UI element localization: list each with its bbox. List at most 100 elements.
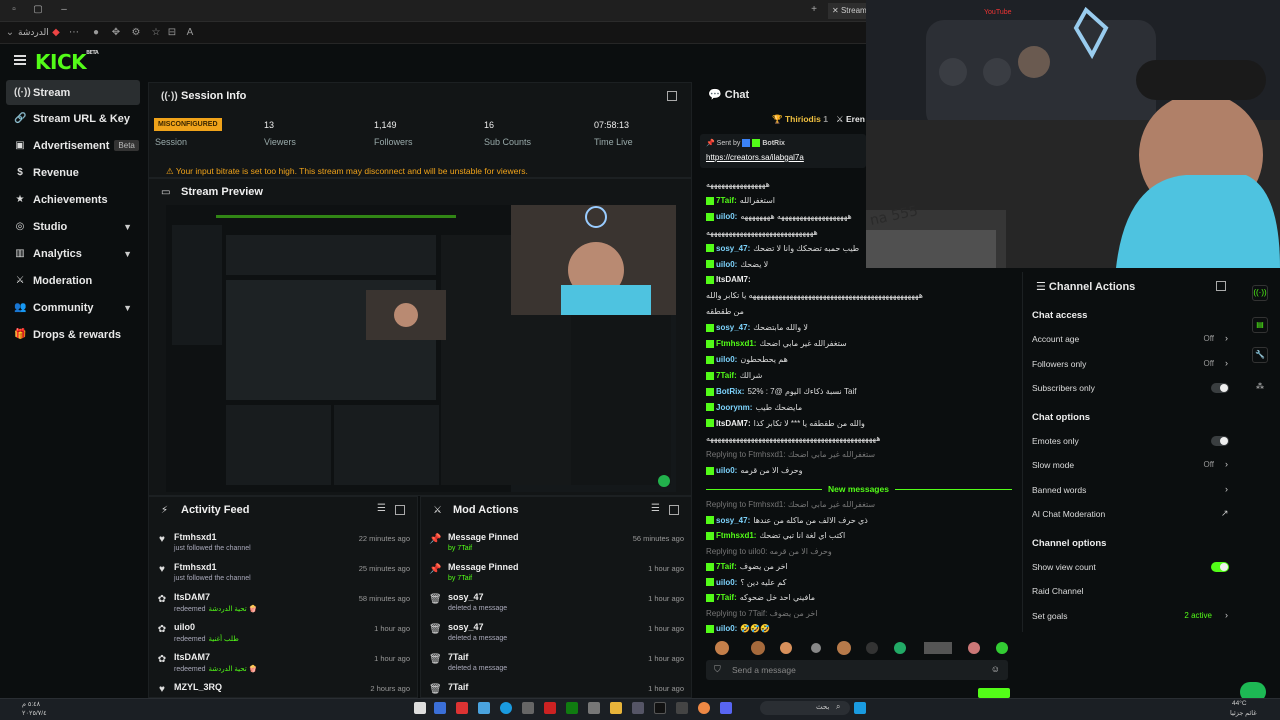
- sidebar-item-stream-url[interactable]: 🔗 Stream URL & Key: [6, 106, 140, 131]
- chat-username[interactable]: uilo0:: [716, 624, 737, 633]
- activity-user[interactable]: ItsDAM7: [174, 652, 210, 662]
- chat-username[interactable]: uilo0:: [716, 578, 737, 587]
- tiktok-icon[interactable]: [654, 702, 666, 714]
- profile-label[interactable]: الدردشة: [18, 27, 49, 38]
- sidebar-item-analytics[interactable]: ▥ Analytics ▼: [6, 241, 140, 266]
- chevron-right-icon[interactable]: ›: [1225, 459, 1228, 469]
- people-icon[interactable]: ⁂: [1252, 380, 1268, 396]
- sidebar-item-drops[interactable]: 🎁 Drops & rewards: [6, 322, 140, 347]
- chat-username[interactable]: 7Taif:: [716, 196, 737, 205]
- sidebar-item-advertisement[interactable]: ▣ Advertisement Beta: [6, 133, 140, 158]
- setting-slow-mode[interactable]: Slow mode: [1032, 460, 1074, 470]
- chat-message[interactable]: uilo0: كم عليه دين ؟: [706, 578, 1006, 587]
- chat-username[interactable]: ItsDAM7:: [716, 275, 751, 284]
- app-icon[interactable]: [676, 702, 688, 714]
- setting-raid-channel[interactable]: Raid Channel: [1032, 586, 1084, 596]
- chat-message[interactable]: sosy_47: لا والله مابتضحك: [706, 323, 1006, 332]
- chat-username[interactable]: 7Taif:: [716, 371, 737, 380]
- chevron-right-icon[interactable]: ›: [1225, 610, 1228, 620]
- copilot-icon[interactable]: ◆: [50, 27, 62, 39]
- sidebar-item-community[interactable]: 👥 Community ▼: [6, 295, 140, 320]
- setting-set-goals[interactable]: Set goals: [1032, 611, 1067, 621]
- extensions-icon[interactable]: ✥: [110, 27, 122, 39]
- chat-username[interactable]: 7Taif:: [716, 562, 737, 571]
- chat-message[interactable]: uilo0: هم يحطحطون: [706, 355, 1006, 364]
- minimize-icon[interactable]: –: [58, 4, 70, 16]
- top-gifter[interactable]: 🏆 Thiriodis 1: [772, 114, 828, 125]
- app-icon[interactable]: [522, 702, 534, 714]
- chat-message[interactable]: ItsDAM7: والله من طقطقه يا *** لا تكابر ك…: [706, 419, 1006, 428]
- chat-message[interactable]: Replying to 7Taif: اخر من يضوف: [706, 609, 1006, 618]
- reader-icon[interactable]: A: [184, 27, 196, 39]
- chat-username[interactable]: uilo0:: [716, 260, 737, 269]
- chat-message[interactable]: Ftmhsxd1: ستغفرالله غير مابي اضحك: [706, 339, 1006, 348]
- chat-message[interactable]: Joorynm: مايضحك طيب: [706, 403, 1006, 412]
- taskbar-search[interactable]: بحث ⌕: [760, 701, 850, 715]
- settings-icon[interactable]: ⚙: [130, 27, 142, 39]
- setting-emotes-only[interactable]: Emotes only: [1032, 436, 1079, 446]
- app-icon[interactable]: [456, 702, 468, 714]
- pinned-link[interactable]: https://creators.sa/ilabgal7a: [706, 153, 804, 162]
- chat-message[interactable]: uilo0: وحرف الا من قرمه: [706, 466, 1006, 475]
- mod-action-title[interactable]: Message Pinned: [448, 562, 519, 572]
- chevron-right-icon[interactable]: ›: [1225, 358, 1228, 368]
- new-tab-icon[interactable]: +: [808, 4, 820, 16]
- mod-action-title[interactable]: Message Pinned: [448, 532, 519, 542]
- kick-logo[interactable]: KICKBETA: [35, 50, 99, 74]
- chrome-icon[interactable]: [698, 702, 710, 714]
- favorite-icon[interactable]: ☆: [150, 27, 162, 39]
- popout-icon[interactable]: [395, 505, 405, 515]
- steam-icon[interactable]: [632, 702, 644, 714]
- setting-followers-only[interactable]: Followers only: [1032, 359, 1086, 369]
- mod-action-title[interactable]: sosy_47: [448, 622, 484, 632]
- chat-username[interactable]: Ftmhsxd1:: [716, 339, 756, 348]
- wrench-icon[interactable]: 🔧: [1252, 347, 1268, 363]
- back-icon[interactable]: ▫: [8, 4, 20, 16]
- menu-icon[interactable]: [14, 55, 26, 65]
- app-icon[interactable]: [478, 702, 490, 714]
- sidebar-item-revenue[interactable]: $ Revenue: [6, 160, 140, 185]
- chat-message[interactable]: ItsDAM7:: [706, 275, 1006, 284]
- mod-action-title[interactable]: sosy_47: [448, 592, 484, 602]
- external-link-icon[interactable]: ↗: [1221, 508, 1229, 519]
- xbox-icon[interactable]: [566, 702, 578, 714]
- chat-message[interactable]: من طقطقه: [706, 307, 1006, 316]
- windows-start-icon[interactable]: [854, 702, 866, 714]
- chat-message[interactable]: Replying to Ftmhsxd1: ستغفرالله غير مابي…: [706, 500, 1006, 509]
- chat-message[interactable]: Replying to uilo0: وحرف الا من قرمه: [706, 547, 1006, 556]
- setting-subscribers-only[interactable]: Subscribers only: [1032, 383, 1095, 393]
- toggle-switch[interactable]: [1211, 561, 1229, 572]
- filter-icon[interactable]: ☰: [651, 503, 661, 514]
- edge-icon[interactable]: [500, 702, 512, 714]
- toggle-switch[interactable]: [1211, 383, 1229, 393]
- discord-icon[interactable]: [720, 702, 732, 714]
- setting-ai-chat-moderation[interactable]: AI Chat Moderation: [1032, 509, 1105, 519]
- sidebar-item-studio[interactable]: ◎ Studio ▼: [6, 214, 140, 239]
- mod-action-title[interactable]: 7Taif: [448, 652, 468, 662]
- stream-preview-video[interactable]: [166, 205, 676, 492]
- layout-icon[interactable]: ▤: [1252, 317, 1268, 333]
- chat-message[interactable]: 7Taif: مافيني احد خل ضحوكه: [706, 593, 1006, 602]
- filter-icon[interactable]: ☰: [377, 503, 387, 514]
- chat-username[interactable]: ItsDAM7:: [716, 419, 751, 428]
- chat-message[interactable]: BotRix: 52% : 7@ نسبة ذكاءك اليوم Taif: [706, 387, 1006, 396]
- app-icon[interactable]: [588, 702, 600, 714]
- folder-icon[interactable]: [610, 702, 622, 714]
- chat-message[interactable]: 7Taif: شرالك: [706, 371, 1006, 380]
- chat-message[interactable]: هههههههههههههههههههههههههههههههههههههههه…: [706, 434, 1006, 443]
- chat-message[interactable]: Ftmhsxd1: اكتب اي لغة انا تبي تضحك: [706, 531, 1006, 540]
- setting-banned-words[interactable]: Banned words: [1032, 485, 1086, 495]
- chat-username[interactable]: uilo0:: [716, 466, 737, 475]
- chat-username[interactable]: Joorynm:: [716, 403, 752, 412]
- avatar-icon[interactable]: ●: [90, 27, 102, 39]
- chat-message[interactable]: 7Taif: اخر من يضوف: [706, 562, 1006, 571]
- chat-username[interactable]: sosy_47:: [716, 323, 750, 332]
- chat-message[interactable]: هههههههههههههههههههههههههههههههههههههههه…: [706, 291, 1006, 300]
- activity-user[interactable]: MZYL_3RQ: [174, 682, 222, 692]
- more-icon[interactable]: ⋯: [68, 27, 80, 39]
- activity-user[interactable]: Ftmhsxd1: [174, 532, 217, 542]
- chat-username[interactable]: 7Taif:: [716, 593, 737, 602]
- top-gifter-2[interactable]: ⚔ Eren: [836, 114, 865, 125]
- chat-message[interactable]: sosy_47: ذي حرف الالف من ماكله من عندها: [706, 516, 1006, 525]
- setting-account-age[interactable]: Account age: [1032, 334, 1079, 344]
